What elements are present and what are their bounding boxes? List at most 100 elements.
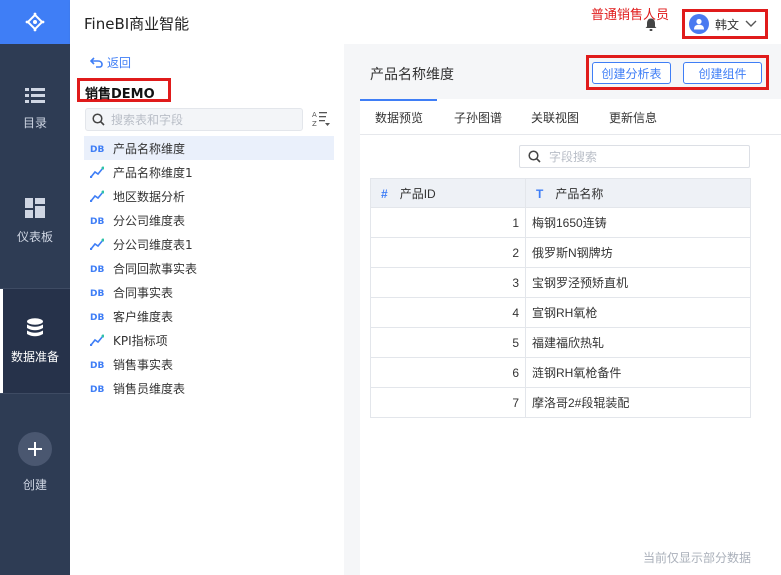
tree-item-label: 销售事实表 (113, 357, 174, 372)
sort-az-icon[interactable]: A Z (312, 110, 330, 128)
logo[interactable] (0, 0, 70, 44)
tree-item-label: 分公司维度表 (113, 213, 186, 228)
cell-product-name: 宣钢RH氧枪 (525, 297, 751, 328)
analysis-table-icon (90, 190, 104, 202)
nav-catalog[interactable]: 目录 (0, 88, 70, 150)
db-table-icon: DB (90, 215, 104, 225)
tree-item[interactable]: 分公司维度表1 (84, 232, 334, 256)
tree-item-label: 分公司维度表1 (113, 237, 193, 252)
tree-item-label: 产品名称维度 (113, 141, 186, 156)
cell-product-id: 3 (370, 267, 526, 298)
main-content: 产品名称维度 创建分析表 创建组件 数据预览 子孙图谱 关联视图 更新信息 # 产… (344, 44, 781, 575)
svg-text:Z: Z (312, 120, 317, 128)
nav-data-prep[interactable]: 数据准备 (0, 289, 70, 393)
field-search-box[interactable] (519, 145, 750, 168)
tree-item[interactable]: KPI指标项 (84, 328, 334, 352)
cell-product-id: 6 (370, 357, 526, 388)
preview-footnote: 当前仅显示部分数据 (642, 551, 751, 565)
table-search-box[interactable] (85, 108, 303, 131)
table-row: 1 梅钢1650连铸 (370, 207, 751, 238)
tree-item-label: 产品名称维度1 (113, 165, 193, 180)
svg-text:DB: DB (90, 313, 104, 321)
svg-text:DB: DB (90, 289, 104, 297)
back-link[interactable]: 返回 (90, 54, 131, 71)
finebi-logo-icon (25, 12, 45, 32)
nav-create[interactable]: 创建 (0, 432, 70, 494)
cell-product-name: 涟钢RH氧枪备件 (525, 357, 751, 388)
nav-dashboard[interactable]: 仪表板 (0, 198, 70, 260)
top-header: FineBI商业智能 普通销售人员 韩文 (70, 0, 781, 44)
data-preview-table: # 产品ID T 产品名称 1 梅钢1650连铸 2 俄罗斯N钢牌坊 3 宝钢罗泾预矫直机… (370, 178, 751, 418)
analysis-table-icon (90, 334, 104, 346)
tree-item[interactable]: 地区数据分析 (84, 184, 334, 208)
user-name: 韩文 (715, 17, 740, 32)
table-title: 产品名称维度 (370, 67, 454, 83)
cell-product-id: 2 (370, 237, 526, 268)
cell-product-name: 宝钢罗泾预矫直机 (525, 267, 751, 298)
nav-catalog-label: 目录 (22, 116, 47, 130)
role-annotation: 普通销售人员 (591, 8, 670, 23)
tree-item[interactable]: DB 分公司维度表 (84, 208, 334, 232)
tree-item[interactable]: DB 销售员维度表 (84, 376, 334, 400)
nav-dashboard-label: 仪表板 (16, 230, 53, 244)
create-button[interactable] (18, 432, 52, 466)
cell-product-name: 福建福欣热轧 (525, 327, 751, 358)
table-row: 3 宝钢罗泾预矫直机 (370, 267, 751, 298)
left-nav-rail: 目录 仪表板 数据准备 创建 (0, 0, 70, 575)
analysis-table-icon (90, 166, 104, 178)
table-row: 2 俄罗斯N钢牌坊 (370, 237, 751, 268)
tab-data-preview[interactable]: 数据预览 (375, 109, 423, 126)
tree-item-label: 客户维度表 (113, 309, 174, 324)
cell-product-name: 摩洛哥2#段辊装配 (525, 387, 751, 418)
tab-bar: 数据预览 子孙图谱 关联视图 更新信息 (360, 99, 781, 135)
tab-update-info[interactable]: 更新信息 (609, 109, 657, 126)
table-list-panel: 返回 销售DEMO A Z DB 产品名称维度 产品名称维度1 地区数据分析 D… (70, 44, 344, 575)
tree-item[interactable]: 产品名称维度1 (84, 160, 334, 184)
table-row: 6 涟钢RH氧枪备件 (370, 357, 751, 388)
tree-item[interactable]: DB 销售事实表 (84, 352, 334, 376)
search-icon (92, 113, 105, 126)
active-tab-indicator (360, 99, 437, 101)
cell-product-name: 俄罗斯N钢牌坊 (525, 237, 751, 268)
tree-item-label: 地区数据分析 (113, 189, 186, 204)
tree-item[interactable]: DB 客户维度表 (84, 304, 334, 328)
tab-lineage[interactable]: 子孙图谱 (454, 109, 502, 126)
svg-text:DB: DB (90, 145, 104, 153)
tree-item[interactable]: DB 合同回款事实表 (84, 256, 334, 280)
column-header-label: 产品ID (399, 186, 436, 201)
column-header-product-id[interactable]: # 产品ID (370, 178, 526, 208)
db-table-icon: DB (90, 359, 104, 369)
analysis-table-icon (90, 238, 104, 250)
column-header-product-name[interactable]: T 产品名称 (525, 178, 751, 208)
create-component-button[interactable]: 创建组件 (683, 62, 762, 84)
tree-item[interactable]: DB 合同事实表 (84, 280, 334, 304)
user-menu[interactable]: 韩文 (682, 9, 768, 39)
table-tree: DB 产品名称维度 产品名称维度1 地区数据分析 DB 分公司维度表 分公司维度… (84, 136, 334, 400)
rail-divider (0, 393, 70, 394)
back-arrow-icon (90, 57, 103, 68)
tree-item-label: 合同回款事实表 (113, 261, 198, 276)
avatar (689, 14, 709, 34)
user-icon (694, 18, 704, 30)
chevron-down-icon (745, 20, 757, 27)
svg-text:DB: DB (90, 361, 104, 369)
tab-relation-view[interactable]: 关联视图 (531, 109, 579, 126)
search-icon (528, 150, 541, 163)
table-search-input[interactable] (111, 112, 291, 127)
svg-text:DB: DB (90, 265, 104, 273)
field-search-input[interactable] (549, 149, 739, 164)
dashboard-icon (25, 198, 45, 218)
tree-item-label: 销售员维度表 (113, 381, 186, 396)
table-row: 4 宣钢RH氧枪 (370, 297, 751, 328)
tree-item-label: 合同事实表 (113, 285, 174, 300)
db-table-icon: DB (90, 143, 104, 153)
bell-icon[interactable] (645, 18, 657, 31)
table-header-row: # 产品ID T 产品名称 (370, 178, 751, 208)
tree-item[interactable]: DB 产品名称维度 (84, 136, 334, 160)
create-analysis-table-button[interactable]: 创建分析表 (592, 62, 671, 84)
plus-icon (28, 442, 42, 456)
svg-text:DB: DB (90, 385, 104, 393)
db-table-icon: DB (90, 287, 104, 297)
package-name: 销售DEMO (77, 78, 171, 102)
text-type-icon: T (536, 186, 544, 201)
